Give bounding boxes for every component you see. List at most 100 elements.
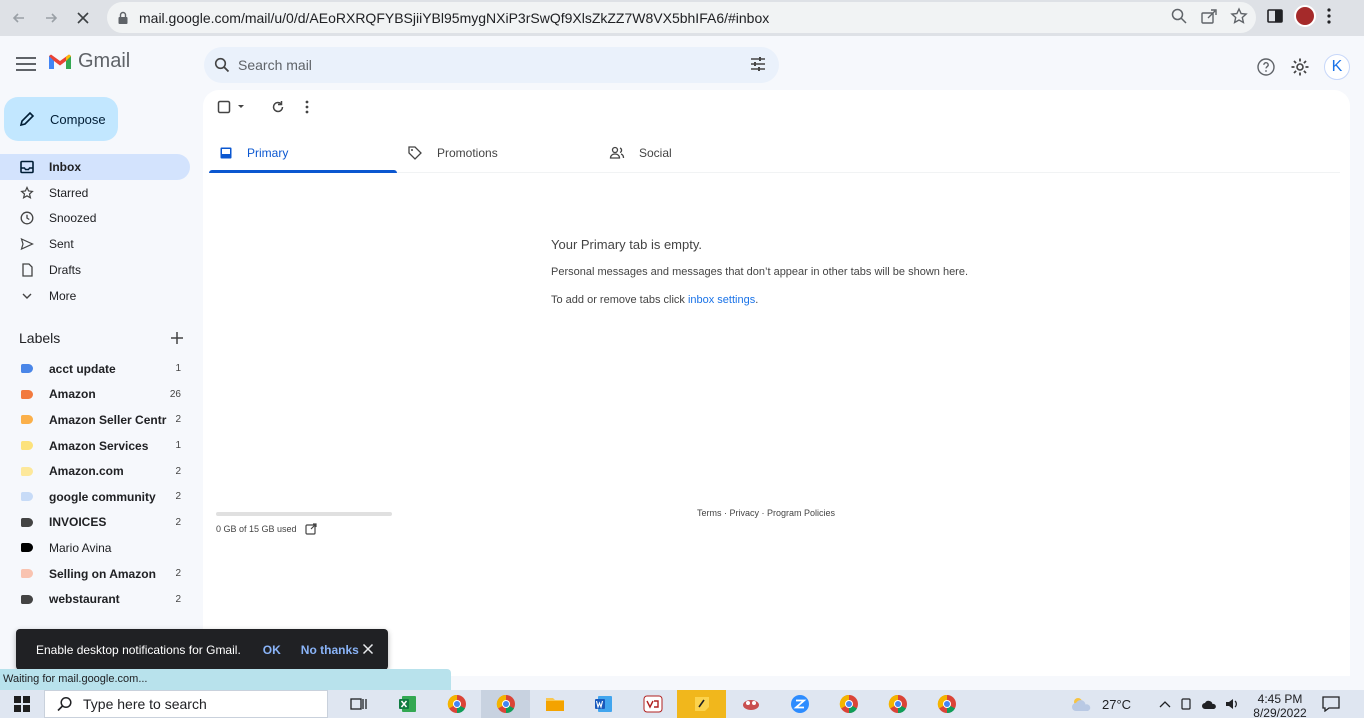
game-app-icon[interactable]: [726, 690, 775, 718]
chevron-down-icon: [20, 289, 34, 303]
search-icon: [57, 696, 73, 712]
share-icon[interactable]: [1200, 7, 1218, 25]
address-bar[interactable]: mail.google.com/mail/u/0/d/AEoRXRQFYBSji…: [107, 2, 1256, 33]
nav-item-snoozed[interactable]: Snoozed: [0, 206, 190, 232]
labels-header: Labels: [19, 330, 184, 346]
label-color-icon: [21, 441, 33, 451]
select-dropdown-icon[interactable]: [237, 104, 245, 110]
category-tabs: Primary Promotions Social: [209, 134, 1340, 173]
label-name: Amazon Services: [49, 438, 149, 453]
mailbox-nav: Inbox Starred Snoozed Sent Drafts More: [0, 154, 190, 309]
gmail-logo[interactable]: Gmail: [48, 50, 130, 73]
more-options-icon[interactable]: [305, 100, 309, 114]
labels-list: acct update 1 Amazon 26 Amazon Seller Centr 2…: [0, 356, 190, 612]
empty-state-title: Your Primary tab is empty.: [551, 237, 702, 252]
label-item[interactable]: INVOICES 2: [0, 510, 190, 536]
stop-loading-button[interactable]: [70, 5, 96, 31]
temperature-text[interactable]: 27°C: [1102, 697, 1131, 712]
label-item[interactable]: Selling on Amazon 2: [0, 561, 190, 587]
label-item[interactable]: Amazon Services 1: [0, 433, 190, 459]
label-item[interactable]: google community 2: [0, 484, 190, 510]
nav-item-sent[interactable]: Sent: [0, 231, 190, 257]
chrome-app-icon[interactable]: [432, 690, 481, 718]
tab-promotions[interactable]: Promotions: [397, 134, 599, 172]
label-item[interactable]: Amazon Seller Centr 2: [0, 407, 190, 433]
toast-no-thanks-button[interactable]: No thanks: [301, 643, 359, 657]
add-label-plus-icon[interactable]: [170, 331, 184, 345]
word-app-icon[interactable]: [579, 690, 628, 718]
toast-message: Enable desktop notifications for Gmail.: [36, 642, 241, 657]
inbox-icon: [20, 160, 34, 174]
chrome-profile-app-icon[interactable]: [481, 690, 530, 718]
select-all-checkbox[interactable]: [217, 100, 245, 114]
file-explorer-icon[interactable]: [530, 690, 579, 718]
help-icon[interactable]: [1256, 57, 1276, 77]
device-icon[interactable]: [1179, 697, 1193, 711]
inbox-settings-link[interactable]: inbox settings: [688, 294, 755, 306]
chrome-app-icon-3[interactable]: [873, 690, 922, 718]
settings-hint-prefix: To add or remove tabs click: [551, 294, 688, 306]
account-avatar[interactable]: K: [1324, 54, 1350, 80]
settings-gear-icon[interactable]: [1290, 57, 1310, 77]
search-options-icon[interactable]: [749, 55, 767, 73]
nav-item-starred[interactable]: Starred: [0, 180, 190, 206]
sticky-notes-icon[interactable]: [677, 690, 726, 718]
label-unread-count: 1: [175, 440, 181, 452]
labels-title: Labels: [19, 330, 61, 346]
chrome-app-icon-4[interactable]: [922, 690, 971, 718]
forward-button[interactable]: [38, 5, 64, 31]
tab-primary[interactable]: Primary: [209, 134, 397, 173]
search-bar[interactable]: [204, 47, 779, 83]
nav-item-inbox[interactable]: Inbox: [0, 154, 190, 180]
nav-item-more[interactable]: More: [0, 283, 190, 309]
label-color-icon: [21, 466, 33, 476]
browser-menu-icon[interactable]: [1326, 7, 1332, 25]
weather-cloud-icon[interactable]: [1070, 695, 1094, 713]
main-menu-icon[interactable]: [14, 52, 38, 76]
refresh-icon[interactable]: [271, 100, 285, 114]
label-color-icon: [21, 543, 33, 553]
chrome-app-icon-2[interactable]: [824, 690, 873, 718]
settings-hint-suffix: .: [755, 294, 759, 306]
footer-links[interactable]: Terms · Privacy · Program Policies: [697, 508, 835, 518]
label-color-icon: [21, 569, 33, 579]
label-item[interactable]: webstaurant 2: [0, 586, 190, 612]
label-name: Amazon Seller Centr: [49, 412, 167, 427]
taskbar-search-box[interactable]: Type here to search: [44, 690, 328, 718]
send-icon: [20, 237, 34, 251]
task-view-icon[interactable]: [334, 690, 383, 718]
storage-meter: [216, 512, 392, 516]
close-icon[interactable]: [362, 643, 374, 655]
tab-social[interactable]: Social: [599, 134, 801, 172]
taskbar-clock[interactable]: 4:45 PM 8/29/2022: [1250, 692, 1310, 718]
back-button[interactable]: [6, 5, 32, 31]
label-name: Amazon: [49, 387, 96, 402]
search-icon[interactable]: [214, 57, 230, 73]
search-input[interactable]: [238, 57, 718, 73]
onedrive-cloud-icon[interactable]: [1201, 698, 1217, 710]
toast-ok-button[interactable]: OK: [263, 643, 281, 657]
notification-center-icon[interactable]: [1322, 696, 1340, 712]
label-item[interactable]: acct update 1: [0, 356, 190, 382]
nav-label: Starred: [49, 185, 89, 200]
excel-app-icon[interactable]: [383, 690, 432, 718]
windows-start-icon[interactable]: [0, 690, 44, 718]
url-text: mail.google.com/mail/u/0/d/AEoRXRQFYBSji…: [139, 9, 770, 26]
inbox-tab-icon: [219, 146, 233, 160]
label-item[interactable]: Amazon.com 2: [0, 458, 190, 484]
label-unread-count: 2: [175, 568, 181, 580]
media-app-icon[interactable]: [628, 690, 677, 718]
bookmark-star-icon[interactable]: [1230, 7, 1248, 25]
compose-button[interactable]: Compose: [4, 97, 118, 141]
label-item[interactable]: Amazon 26: [0, 382, 190, 408]
nav-item-drafts[interactable]: Drafts: [0, 257, 190, 283]
side-panel-icon[interactable]: [1266, 7, 1284, 25]
external-link-icon[interactable]: [304, 523, 317, 535]
label-item[interactable]: Mario Avina: [0, 535, 190, 561]
volume-icon[interactable]: [1225, 697, 1239, 711]
system-tray: 27°C: [1070, 690, 1239, 718]
zoom-app-icon[interactable]: [775, 690, 824, 718]
chevron-up-icon[interactable]: [1159, 700, 1171, 708]
browser-profile-avatar[interactable]: [1294, 5, 1316, 27]
zoom-icon[interactable]: [1170, 7, 1188, 25]
